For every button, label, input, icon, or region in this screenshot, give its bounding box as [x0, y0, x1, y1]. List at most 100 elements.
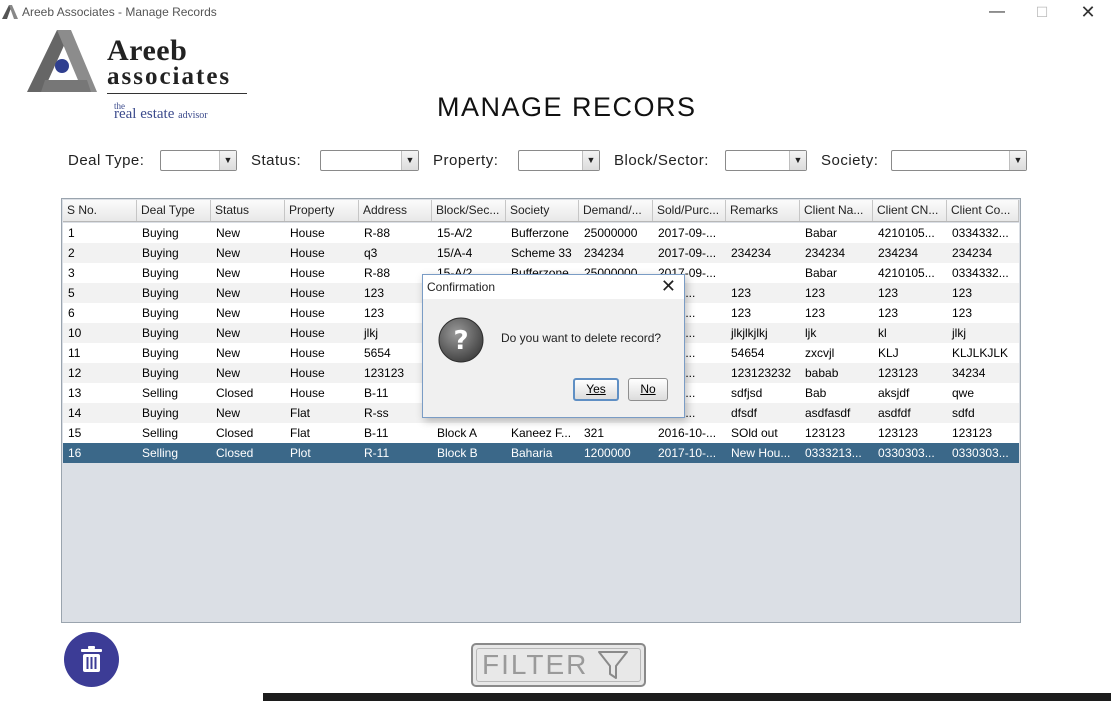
deal-type-dropdown[interactable]: ▼: [160, 150, 237, 171]
table-cell: 0333213...: [805, 446, 862, 460]
column-header[interactable]: Client Na...: [800, 200, 873, 221]
column-header[interactable]: Deal Type: [137, 200, 211, 221]
delete-record-button[interactable]: [64, 632, 119, 687]
table-cell: 12: [68, 366, 82, 380]
trash-icon: [81, 646, 102, 672]
column-header[interactable]: Status: [211, 200, 285, 221]
table-cell: House: [290, 286, 325, 300]
funnel-icon: [598, 651, 628, 679]
table-cell: New: [216, 306, 241, 320]
table-cell: New: [216, 226, 241, 240]
taskbar: [263, 693, 1111, 701]
table-cell: Block A: [437, 426, 478, 440]
table-row[interactable]: 1 Buying New House R-88 15-A/2 Bufferzone 25000…: [63, 223, 1019, 243]
table-cell: 4210105...: [878, 266, 935, 280]
filter-button[interactable]: FILTER: [471, 643, 646, 687]
window-title: Areeb Associates - Manage Records: [22, 5, 217, 19]
table-cell: 123: [952, 286, 973, 300]
table-cell: 16: [68, 446, 82, 460]
minimize-button[interactable]: —: [982, 2, 1012, 22]
column-header[interactable]: Client Co...: [947, 200, 1019, 221]
table-cell: q3: [364, 246, 378, 260]
table-cell: New Hou...: [731, 446, 791, 460]
column-header[interactable]: Client CN...: [873, 200, 947, 221]
table-cell: jlkjlkjlkj: [731, 326, 768, 340]
table-row[interactable]: 16 Selling Closed Plot R-11 Block B Baharia 120…: [63, 443, 1019, 463]
table-cell: Flat: [290, 406, 311, 420]
table-cell: Buying: [142, 366, 179, 380]
block-sector-dropdown[interactable]: ▼: [725, 150, 807, 171]
column-header[interactable]: Society: [506, 200, 579, 221]
column-header[interactable]: Sold/Purc...: [653, 200, 726, 221]
question-icon: ?: [438, 317, 484, 363]
table-cell: New: [216, 366, 241, 380]
table-cell: Selling: [142, 386, 179, 400]
table-cell: 321: [584, 426, 605, 440]
table-cell: zxcvjl: [805, 346, 835, 360]
column-header[interactable]: Block/Sec...: [432, 200, 506, 221]
chevron-down-icon: ▼: [219, 151, 236, 170]
property-dropdown[interactable]: ▼: [518, 150, 600, 171]
logo-divider: [107, 93, 247, 94]
table-cell: 234234: [805, 246, 846, 260]
table-cell: 2017-09-...: [658, 246, 717, 260]
column-header[interactable]: Demand/...: [579, 200, 653, 221]
table-cell: aksjdf: [878, 386, 910, 400]
table-cell: 123123: [878, 426, 919, 440]
table-cell: 234234: [878, 246, 919, 260]
column-header[interactable]: Remarks: [726, 200, 800, 221]
table-cell: Kaneez F...: [511, 426, 572, 440]
logo-tagline: real estate advisor: [114, 106, 208, 123]
table-row[interactable]: 15 Selling Closed Flat B-11 Block A Kaneez F..…: [63, 423, 1019, 443]
table-cell: House: [290, 386, 325, 400]
column-header[interactable]: S No.: [63, 200, 137, 221]
yes-button[interactable]: Yes: [573, 378, 619, 401]
maximize-button[interactable]: ☐: [1027, 2, 1057, 22]
column-header[interactable]: Property: [285, 200, 359, 221]
table-cell: 15-A/2: [437, 226, 473, 240]
table-cell: 13: [68, 386, 82, 400]
close-window-button[interactable]: ✕: [1073, 2, 1103, 22]
society-dropdown[interactable]: ▼: [891, 150, 1027, 171]
table-cell: 11: [68, 346, 81, 360]
table-cell: House: [290, 246, 325, 260]
dialog-title: Confirmation: [427, 280, 496, 294]
table-cell: Bufferzone: [511, 226, 569, 240]
taskbar-gap: [0, 693, 263, 701]
table-cell: 0330303...: [878, 446, 935, 460]
table-cell: Baharia: [511, 446, 553, 460]
table-cell: Babar: [805, 266, 838, 280]
chevron-down-icon: ▼: [582, 151, 599, 170]
block-sector-label: Block/Sector:: [614, 152, 709, 169]
deal-type-label: Deal Type:: [68, 152, 145, 169]
table-cell: 123: [952, 306, 973, 320]
status-label: Status:: [251, 152, 302, 169]
yes-button-label: Yes: [586, 382, 606, 396]
dialog-title-bar: Confirmation ✕: [423, 275, 684, 299]
table-cell: Buying: [142, 266, 179, 280]
table-cell: 0334332...: [952, 266, 1009, 280]
logo-tagline-main: real estate: [114, 106, 175, 122]
table-cell: SOld out: [731, 426, 778, 440]
window-title-bar: Areeb Associates - Manage Records — ☐ ✕: [0, 0, 1111, 24]
chevron-down-icon: ▼: [401, 151, 418, 170]
column-header[interactable]: Address: [359, 200, 432, 221]
no-button[interactable]: No: [628, 378, 668, 401]
company-logo: Areeb associates the real estate advisor: [27, 30, 257, 125]
table-cell: 234234: [731, 246, 772, 260]
dialog-close-button[interactable]: ✕: [661, 276, 676, 297]
table-cell: New: [216, 406, 241, 420]
table-row[interactable]: 2 Buying New House q3 15/A-4 Scheme 33 234234 20…: [63, 243, 1019, 263]
table-cell: asdfasdf: [805, 406, 851, 420]
status-dropdown[interactable]: ▼: [320, 150, 419, 171]
logo-mark-icon: [27, 30, 97, 92]
table-cell: Buying: [142, 346, 179, 360]
table-cell: House: [290, 306, 325, 320]
table-cell: Selling: [142, 426, 179, 440]
app-logo-icon: [2, 5, 18, 19]
table-cell: sdfjsd: [731, 386, 763, 400]
page-title: MANAGE RECORS: [437, 92, 697, 122]
no-button-label: No: [640, 382, 656, 396]
filter-button-label: FILTER: [482, 649, 589, 680]
logo-tagline-small: advisor: [178, 110, 208, 121]
